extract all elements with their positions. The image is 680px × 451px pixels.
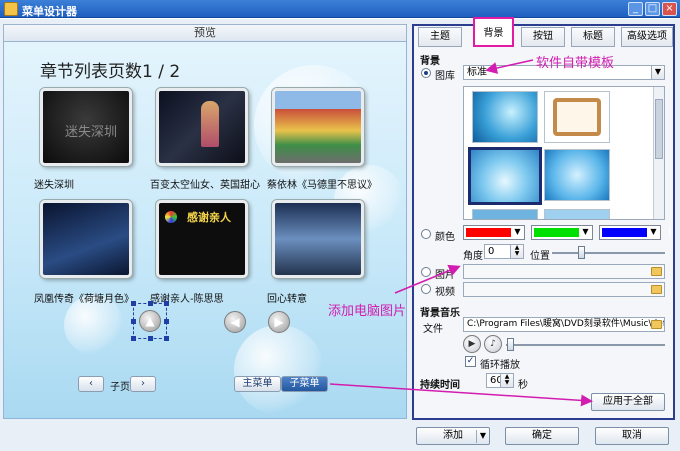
annotation-arrow: [485, 59, 534, 74]
annotation-arrows: [329, 59, 593, 407]
annotation-arrow: [394, 264, 461, 294]
annotation-arrow: [329, 383, 593, 407]
